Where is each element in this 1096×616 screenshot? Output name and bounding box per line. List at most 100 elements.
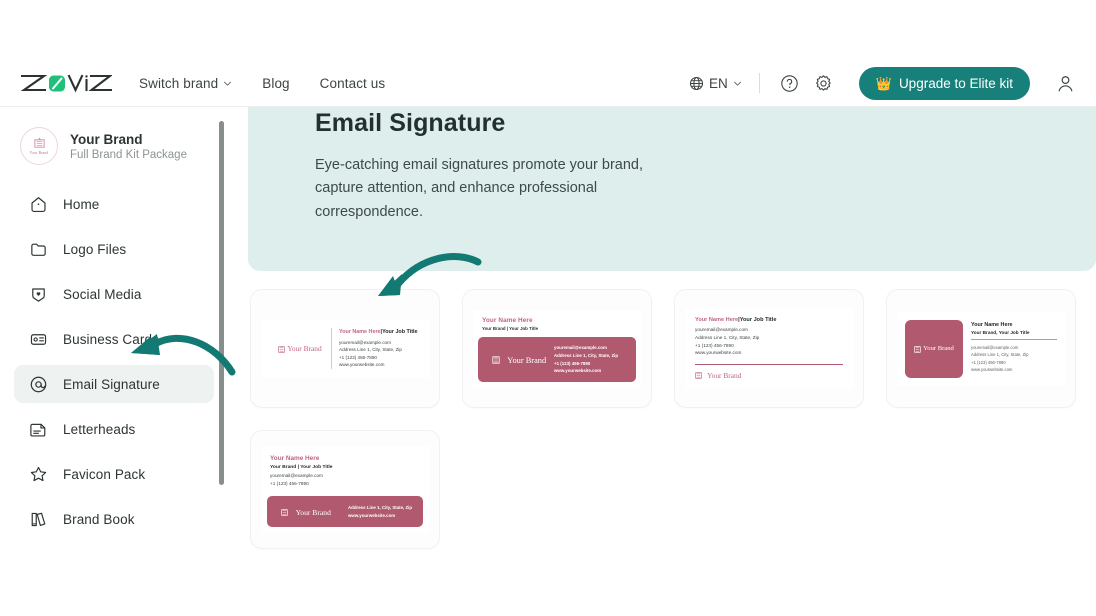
signature-address-2: Address Line 1, City, State, Zip <box>554 352 619 358</box>
signature-email-2: youremail@example.com <box>554 345 607 351</box>
sidebar-item-letterheads[interactable]: Letterheads <box>14 410 214 448</box>
sidebar-item-logo-files-label: Logo Files <box>63 241 127 257</box>
nav-blog[interactable]: Blog <box>262 76 289 91</box>
signature-phone-5: +1 (123) 456-7890 <box>270 480 309 486</box>
sidebar-item-home-label: Home <box>63 196 100 212</box>
signature-logo-text-5: Your Brand <box>295 508 331 518</box>
brand-package: Full Brand Kit Package <box>70 148 187 161</box>
nav-switch-brand[interactable]: Switch brand <box>139 76 232 91</box>
nav-contact-us-label: Contact us <box>319 75 386 91</box>
signature-address-1: Address Line 1, City, State, Zip <box>339 347 402 353</box>
top-header: Switch brand Blog Contact us EN 👑 Upgrad… <box>0 60 1096 107</box>
chevron-down-icon <box>733 81 741 86</box>
signature-website-5: www.yourwebsite.com <box>348 512 396 518</box>
signature-details-4: Your Name Here Your Brand, Your Job Titl… <box>971 320 1057 378</box>
email-signature-template-4[interactable]: Your Brand Your Name Here Your Brand, Yo… <box>886 289 1076 408</box>
sidebar-item-letterheads-label: Letterheads <box>63 421 136 437</box>
email-signature-template-3[interactable]: Your Name Here|Your Job Title youremail@… <box>674 289 864 408</box>
sidebar-menu: Home Logo Files Social Media Business Ca… <box>0 185 228 538</box>
sidebar-item-social-media[interactable]: Social Media <box>14 275 214 313</box>
sidebar-item-brand-book[interactable]: Brand Book <box>14 500 214 538</box>
signature-colorblock-2: Your Brand youremail@example.com Address… <box>478 337 636 382</box>
sidebar-item-brand-book-label: Brand Book <box>63 511 135 527</box>
id-card-icon <box>28 329 49 350</box>
sidebar-item-favicon-pack-label: Favicon Pack <box>63 466 146 482</box>
signature-phone-2: +1 (123) 456-7890 <box>554 360 591 366</box>
document-icon <box>28 419 49 440</box>
brand-mark-icon <box>281 503 288 521</box>
help-button[interactable] <box>777 70 803 96</box>
signature-preview-1: Your Brand Your Name Here|Your Job Title… <box>261 319 429 378</box>
signature-address-4: Address Line 1, City, State, Zip <box>971 352 1029 358</box>
at-sign-icon <box>28 374 49 395</box>
sidebar-scrollbar-thumb[interactable] <box>219 121 224 485</box>
signature-rule-3 <box>695 364 843 366</box>
header-divider <box>758 73 760 93</box>
signature-name-title-1: Your Name Here|Your Job Title <box>339 328 418 337</box>
sidebar-item-business-cards[interactable]: Business Cards <box>14 320 214 358</box>
sidebar-scrollbar[interactable] <box>219 121 224 485</box>
signature-divider-1 <box>331 328 332 369</box>
signature-name-4: Your Name Here <box>971 321 1013 328</box>
zaviz-logo[interactable] <box>20 72 112 94</box>
brand-logo-mark-icon <box>33 137 45 148</box>
email-signature-template-2[interactable]: Your Name Here Your Brand | Your Job Tit… <box>462 289 652 408</box>
language-selector[interactable]: EN <box>689 76 742 91</box>
nav-blog-label: Blog <box>262 75 290 91</box>
template-grid: Your Brand Your Name Here|Your Job Title… <box>250 289 1096 549</box>
signature-rule-4 <box>971 338 1057 340</box>
signature-logo-4: Your Brand <box>905 319 963 378</box>
signature-email-3: youremail@example.com <box>695 326 748 332</box>
signature-phone-4: +1 (123) 456-7890 <box>971 359 1006 365</box>
gear-icon <box>816 74 831 91</box>
sidebar-item-logo-files[interactable]: Logo Files <box>14 230 214 268</box>
brand-mark-icon <box>492 351 500 369</box>
brand-mark-icon <box>914 340 921 358</box>
sidebar-item-social-media-label: Social Media <box>63 286 142 302</box>
signature-job-title-1: Your Job Title <box>382 329 418 336</box>
help-circle-icon <box>781 74 798 92</box>
nav-contact-us[interactable]: Contact us <box>320 76 386 91</box>
crown-icon: 👑 <box>875 75 892 91</box>
email-signature-template-1[interactable]: Your Brand Your Name Here|Your Job Title… <box>250 289 440 408</box>
book-icon <box>28 509 49 530</box>
sidebar-item-email-signature[interactable]: Email Signature <box>14 365 214 403</box>
page-title: Email Signature <box>315 109 506 137</box>
brand-mark-icon <box>695 372 702 381</box>
signature-logo-text-3: Your Brand <box>707 371 742 381</box>
brand-avatar-caption: Your Brand <box>29 151 49 155</box>
signature-preview-3: Your Name Here|Your Job Title youremail@… <box>685 307 853 390</box>
signature-website-2: www.yourwebsite.com <box>554 368 602 374</box>
signature-brand-title-4: Your Brand, Your Job Title <box>971 329 1030 335</box>
sidebar-item-home[interactable]: Home <box>14 185 214 223</box>
signature-phone-3: +1 (123) 456-7890 <box>695 342 734 348</box>
sidebar-item-favicon-pack[interactable]: Favicon Pack <box>14 455 214 493</box>
upgrade-to-elite-kit-button[interactable]: 👑 Upgrade to Elite kit <box>858 66 1030 100</box>
brand-name: Your Brand <box>70 131 143 147</box>
signature-address-5: Address Line 1, City, State, Zip <box>348 505 413 511</box>
shield-heart-icon <box>28 284 49 305</box>
sidebar-item-business-cards-label: Business Cards <box>63 331 159 347</box>
signature-logo-2: Your Brand <box>484 350 554 369</box>
signature-website-4: www.yourwebsite.com <box>971 367 1013 373</box>
language-label: EN <box>708 75 728 91</box>
settings-button[interactable] <box>811 70 837 96</box>
signature-phone-1: +1 (123) 456-7890 <box>339 354 377 360</box>
user-avatar-icon <box>1058 75 1072 91</box>
main-navigation: Switch brand Blog Contact us <box>139 76 385 91</box>
signature-email-1: youremail@example.com <box>339 340 391 345</box>
signature-details-3: youremail@example.com Address Line 1, Ci… <box>695 326 843 358</box>
signature-website-3: www.yourwebsite.com <box>695 350 742 356</box>
account-button[interactable] <box>1052 70 1078 96</box>
signature-name-3: Your Name Here <box>695 316 739 323</box>
signature-website-1: www.yourwebsite.com <box>339 362 385 368</box>
chevron-down-icon <box>224 81 232 86</box>
email-signature-template-5[interactable]: Your Name Here Your Brand | Your Job Tit… <box>250 430 440 549</box>
brand-summary[interactable]: Your Brand Your Brand Full Brand Kit Pac… <box>0 121 228 165</box>
app-root: Switch brand Blog Contact us EN 👑 Upgrad… <box>0 0 1096 616</box>
signature-email-5: youremail@example.com <box>270 472 323 478</box>
zaviz-logo-mark <box>20 74 112 93</box>
brand-mark-icon <box>278 340 285 358</box>
browser-top-gap <box>0 0 1096 60</box>
signature-preview-2: Your Name Here Your Brand | Your Job Tit… <box>473 310 641 387</box>
